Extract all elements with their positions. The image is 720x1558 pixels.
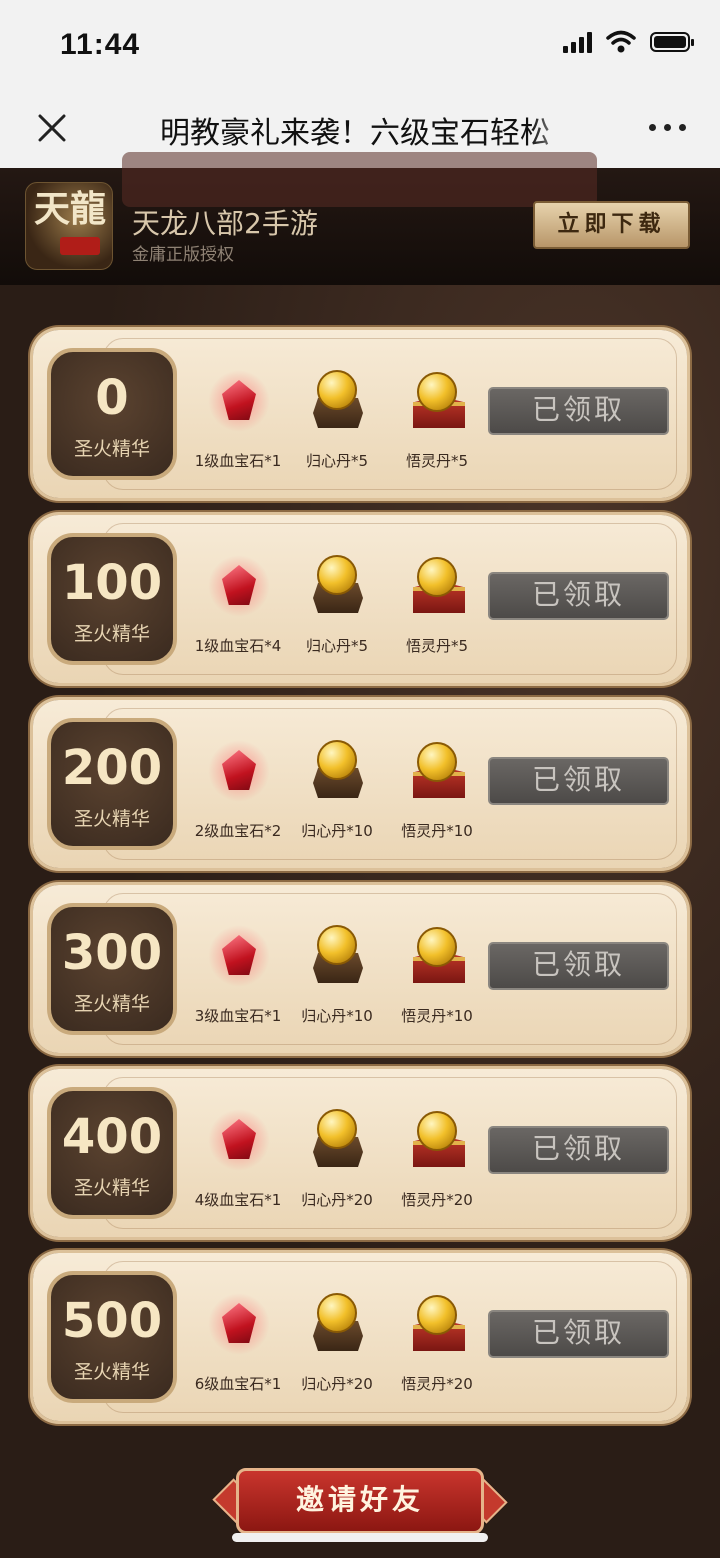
tier-amount: 0 [95,370,129,426]
chest-icon [407,1109,467,1169]
reward-item-label: 悟灵丹*20 [401,1375,473,1393]
tier-amount: 100 [61,555,163,611]
reward-tier-card: 100 圣火精华 1级血宝石*4 归心丹*5 悟灵丹*5 已领取 [33,515,687,683]
download-button[interactable]: 立即下载 [533,201,690,249]
reward-item-label: 归心丹*10 [301,822,373,840]
reward-item-label: 归心丹*20 [301,1375,373,1393]
chest-icon [407,370,467,430]
tier-amount: 500 [61,1293,163,1349]
token-icon [307,370,367,430]
tier-badge: 300 圣火精华 [47,903,177,1035]
gem-icon [208,555,270,617]
chest-icon [407,740,467,800]
reward-item-label: 悟灵丹*20 [401,1191,473,1209]
token-icon [307,555,367,615]
claimed-button[interactable]: 已领取 [488,942,669,990]
tier-currency-label: 圣火精华 [73,438,150,460]
token-icon [307,740,367,800]
reward-item-label: 3级血宝石*1 [194,1007,282,1025]
tier-currency-label: 圣火精华 [73,808,150,830]
app-logo: 天龍 [25,182,113,270]
invite-friends-label[interactable]: 邀请好友 [236,1468,484,1534]
reward-tier-card: 0 圣火精华 1级血宝石*1 归心丹*5 悟灵丹*5 已领取 [33,330,687,498]
home-indicator [232,1533,488,1542]
more-icon[interactable] [649,124,686,131]
status-time: 11:44 [60,28,141,61]
app-download-banner[interactable]: 天龍 天龙八部2手游 金庸正版授权 立即下载 [0,152,720,285]
tier-badge: 100 圣火精华 [47,533,177,665]
signal-icon [563,31,592,53]
invite-friends-button[interactable]: 邀请好友 [210,1466,510,1536]
tier-badge: 400 圣火精华 [47,1087,177,1219]
reward-item-label: 归心丹*5 [305,637,369,655]
gem-icon [208,370,270,432]
app-logo-text: 天龍 [34,188,107,230]
status-icons [563,30,694,54]
reward-item-label: 6级血宝石*1 [194,1375,282,1393]
tier-currency-label: 圣火精华 [73,1361,150,1383]
chest-icon [407,555,467,615]
reward-item-label: 悟灵丹*5 [405,452,469,470]
reward-tier-card: 500 圣火精华 6级血宝石*1 归心丹*20 悟灵丹*20 已领取 [33,1253,687,1421]
reward-item-label: 1级血宝石*1 [194,452,282,470]
reward-item-label: 悟灵丹*10 [401,1007,473,1025]
reward-item-label: 归心丹*20 [301,1191,373,1209]
reward-tier-card: 200 圣火精华 2级血宝石*2 归心丹*10 悟灵丹*10 已领取 [33,700,687,868]
reward-tier-card: 400 圣火精华 4级血宝石*1 归心丹*20 悟灵丹*20 已领取 [33,1069,687,1237]
tier-amount: 300 [61,925,163,981]
page-title: 明教豪礼来袭！六级宝石轻松 [160,108,580,152]
reward-item-label: 归心丹*10 [301,1007,373,1025]
app-subtitle: 金庸正版授权 [132,245,234,265]
tier-amount: 200 [61,740,163,796]
tier-badge: 200 圣火精华 [47,718,177,850]
close-icon[interactable] [34,110,70,146]
gem-icon [208,925,270,987]
reward-item-label: 2级血宝石*2 [194,822,282,840]
claimed-button[interactable]: 已领取 [488,387,669,435]
battery-icon [650,32,694,52]
claimed-button[interactable]: 已领取 [488,757,669,805]
banner-ghost-decoration [122,152,597,207]
reward-item-label: 悟灵丹*10 [401,822,473,840]
token-icon [307,1109,367,1169]
tier-badge: 0 圣火精华 [47,348,177,480]
chest-icon [407,1293,467,1353]
tier-currency-label: 圣火精华 [73,623,150,645]
gem-icon [208,740,270,802]
tier-badge: 500 圣火精华 [47,1271,177,1403]
tier-amount: 400 [61,1109,163,1165]
claimed-button[interactable]: 已领取 [488,1126,669,1174]
wifi-icon [606,30,636,53]
claimed-button[interactable]: 已领取 [488,1310,669,1358]
gem-icon [208,1293,270,1355]
status-bar: 11:44 [0,0,720,90]
token-icon [307,1293,367,1353]
tier-currency-label: 圣火精华 [73,993,150,1015]
reward-item-label: 归心丹*5 [305,452,369,470]
tier-currency-label: 圣火精华 [73,1177,150,1199]
reward-item-label: 1级血宝石*4 [194,637,282,655]
token-icon [307,925,367,985]
app-name: 天龙八部2手游 [132,207,318,240]
claimed-button[interactable]: 已领取 [488,572,669,620]
reward-tier-card: 300 圣火精华 3级血宝石*1 归心丹*10 悟灵丹*10 已领取 [33,885,687,1053]
gem-icon [208,1109,270,1171]
reward-item-label: 4级血宝石*1 [194,1191,282,1209]
reward-item-label: 悟灵丹*5 [405,637,469,655]
chest-icon [407,925,467,985]
